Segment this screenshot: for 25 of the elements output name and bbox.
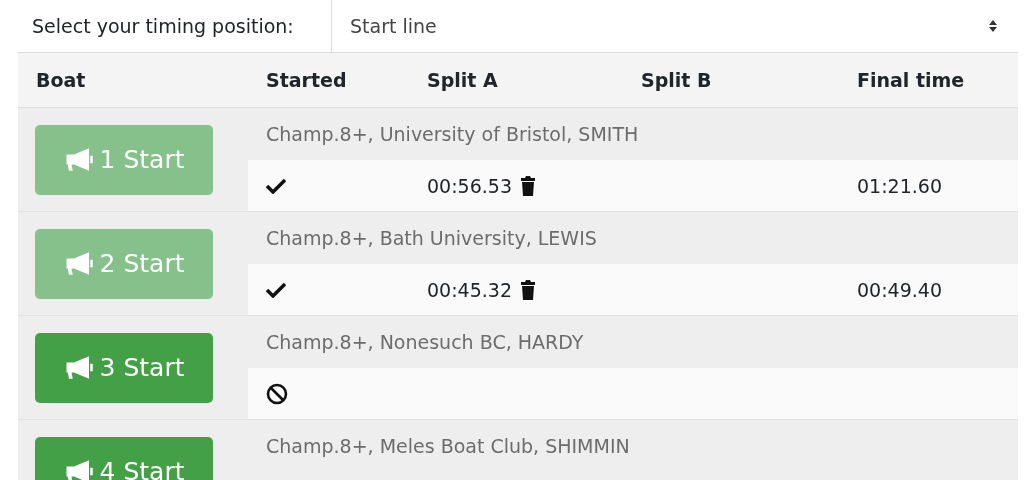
split-time: 00:45.32 [427,278,512,301]
start-button[interactable]: 2 Start [35,228,213,299]
trash-icon[interactable] [520,175,536,196]
column-header: Boat [35,69,87,91]
position-select[interactable]: Start line [332,0,1018,52]
position-label: Select your timing position: [18,0,332,52]
start-button[interactable]: 4 Start [35,436,213,480]
column-header: Final time [856,69,966,91]
split-time: 00:56.53 [427,174,512,197]
boat-description: Champ.8+, Bath University, LEWIS [266,227,597,249]
boat-description: Champ.8+, Meles Boat Club, SHIMMIN [266,435,630,457]
sort-caret-icon [988,19,998,33]
boat-description: Champ.8+, University of Bristol, SMITH [266,123,639,145]
check-icon [266,281,286,298]
trash-icon[interactable] [520,279,536,300]
final-time: 00:49.40 [857,278,942,301]
column-header: Split B [640,69,713,91]
final-time: 01:21.60 [857,174,942,197]
check-icon [266,177,286,194]
boat-description: Champ.8+, Nonesuch BC, HARDY [266,331,584,353]
ban-icon [266,382,288,405]
start-button[interactable]: 1 Start [35,124,213,195]
column-header: Split A [426,69,499,91]
start-button[interactable]: 3 Start [35,332,213,403]
column-header: Started [265,69,348,91]
